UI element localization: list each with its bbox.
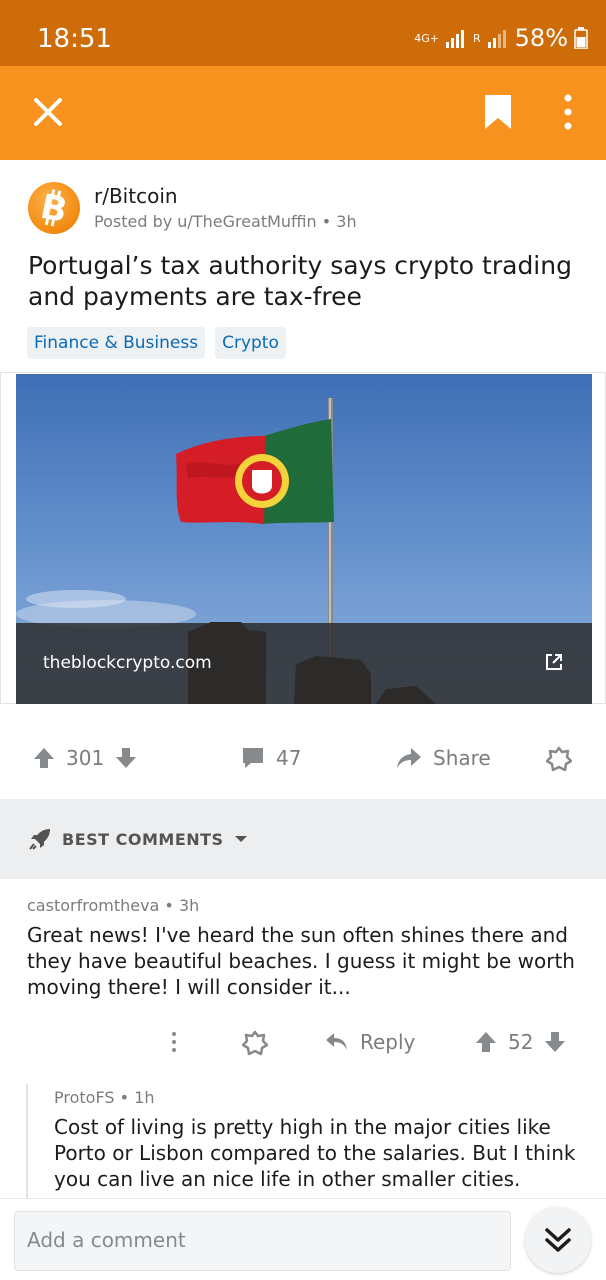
- comment-author-meta[interactable]: ProtoFS • 1h: [54, 1088, 154, 1107]
- bookmark-icon: [485, 95, 511, 129]
- reply-icon: [326, 1033, 347, 1050]
- comment-body: Great news! I've heard the sun often shi…: [27, 923, 575, 999]
- status-time: 18:51: [37, 24, 112, 54]
- battery-percent: 58%: [514, 24, 568, 52]
- flair-finance[interactable]: Finance & Business: [27, 327, 206, 359]
- thread-line[interactable]: [26, 1084, 28, 1198]
- post-score: 301: [66, 746, 105, 770]
- flair-crypto[interactable]: Crypto: [215, 327, 286, 359]
- comment-score: 52: [508, 1030, 534, 1054]
- more-vertical-icon: [564, 94, 572, 130]
- post-author-meta[interactable]: Posted by u/TheGreatMuffin • 3h: [94, 212, 357, 231]
- award-button[interactable]: [546, 746, 572, 772]
- award-icon: [546, 746, 572, 772]
- comment-author-meta[interactable]: castorfromtheva • 3h: [27, 896, 199, 915]
- rocket-icon: [29, 829, 50, 850]
- bitcoin-icon: B: [37, 187, 71, 232]
- downvote-icon[interactable]: [543, 1030, 567, 1054]
- comment-action-bar: Reply 52: [0, 1024, 606, 1068]
- comment-award-button[interactable]: [242, 1030, 268, 1056]
- roaming-indicator: R: [473, 31, 481, 45]
- downvote-icon[interactable]: [114, 746, 138, 770]
- upvote-icon[interactable]: [32, 746, 56, 770]
- next-comment-button[interactable]: [525, 1207, 591, 1273]
- status-bar: 18:51 4G+ R 58%: [0, 0, 606, 66]
- app-bar: [0, 66, 606, 160]
- award-icon: [242, 1030, 268, 1056]
- save-button[interactable]: [478, 92, 518, 132]
- comment-composer-bar: Add a comment: [0, 1198, 606, 1280]
- reply-button[interactable]: Reply: [324, 1030, 415, 1054]
- subreddit-avatar[interactable]: B: [28, 182, 80, 234]
- network-type-icon: 4G+: [414, 31, 439, 45]
- post-vote-group: 301: [32, 746, 138, 770]
- comment-icon: [243, 748, 263, 768]
- chevron-down-icon: [234, 836, 247, 842]
- comment-more-button[interactable]: [162, 1030, 186, 1054]
- battery-icon: [574, 27, 588, 49]
- subreddit-name[interactable]: r/Bitcoin: [94, 184, 178, 208]
- comment-count: 47: [276, 746, 302, 770]
- share-label: Share: [433, 746, 491, 770]
- sort-label: BEST COMMENTS: [62, 829, 224, 849]
- external-link-icon: [546, 654, 562, 670]
- comments-button[interactable]: 47: [240, 746, 301, 770]
- signal-icon: [446, 30, 464, 48]
- post-title: Portugal’s tax authority says crypto tra…: [28, 251, 572, 311]
- add-comment-input[interactable]: Add a comment: [14, 1211, 511, 1271]
- reply-label: Reply: [360, 1030, 416, 1054]
- close-button[interactable]: [28, 92, 68, 132]
- comment-sort-selector[interactable]: BEST COMMENTS: [28, 827, 248, 851]
- status-indicators: 4G+ R 58%: [414, 24, 588, 52]
- double-chevron-down-icon: [545, 1228, 571, 1252]
- comment-body: Cost of living is pretty high in the maj…: [54, 1115, 576, 1191]
- post-action-bar: 301 47 Share: [0, 730, 606, 790]
- link-domain-bar[interactable]: theblockcrypto.com: [16, 623, 592, 704]
- signal-roaming-icon: [487, 30, 506, 48]
- comment-vote-group: 52: [474, 1030, 567, 1054]
- link-domain[interactable]: theblockcrypto.com: [43, 653, 212, 673]
- more-vertical-icon: [172, 1032, 176, 1052]
- more-options-button[interactable]: [552, 92, 584, 132]
- share-button[interactable]: Share: [395, 746, 491, 770]
- comment-sort-bar[interactable]: BEST COMMENTS: [0, 799, 606, 879]
- flair-list: Finance & Business Crypto: [27, 327, 286, 359]
- upvote-icon[interactable]: [474, 1030, 498, 1054]
- link-preview-card[interactable]: theblockcrypto.com: [0, 372, 606, 704]
- share-icon: [397, 748, 421, 768]
- close-icon: [34, 98, 62, 126]
